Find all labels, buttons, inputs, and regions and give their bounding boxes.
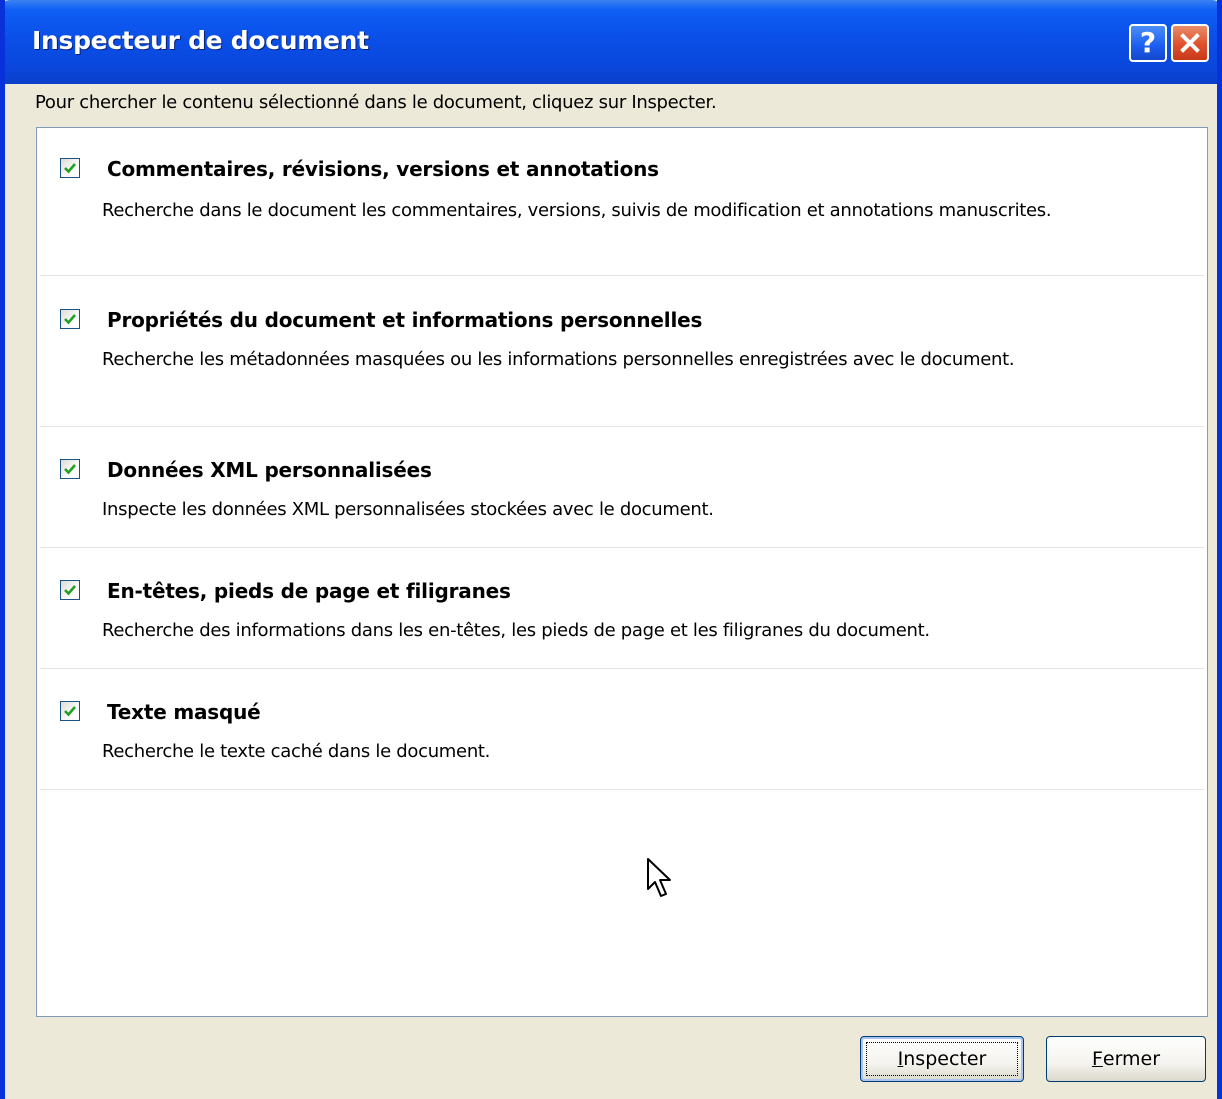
checkbox-properties[interactable]	[60, 309, 80, 329]
option-description: Recherche le texte caché dans le documen…	[102, 741, 491, 762]
option-comments: Commentaires, révisions, versions et ann…	[40, 128, 1204, 276]
option-title: Texte masqué	[107, 700, 261, 724]
help-button[interactable]: ?	[1129, 24, 1167, 62]
mouse-pointer-icon	[647, 858, 671, 897]
option-headers: En-têtes, pieds de page et filigranes Re…	[40, 549, 1204, 669]
focus-rectangle	[866, 1042, 1018, 1076]
checkmark-icon	[64, 314, 76, 325]
checkmark-icon	[64, 163, 76, 174]
inspect-button[interactable]: Inspecter	[860, 1036, 1024, 1082]
checkbox-comments[interactable]	[60, 158, 80, 178]
window-title: Inspecteur de document	[32, 26, 369, 55]
option-hidden-text: Texte masqué Recherche le texte caché da…	[40, 670, 1204, 790]
option-properties: Propriétés du document et informations p…	[40, 277, 1204, 427]
checkmark-icon	[64, 706, 76, 717]
title-bar[interactable]: Inspecteur de document ?	[5, 0, 1217, 84]
option-description: Recherche des informations dans les en-t…	[102, 620, 930, 641]
option-description: Recherche les métadonnées masquées ou le…	[102, 349, 1015, 370]
checkmark-icon	[64, 585, 76, 596]
option-title: Commentaires, révisions, versions et ann…	[107, 157, 659, 181]
inspection-options-list: Commentaires, révisions, versions et ann…	[36, 127, 1208, 1017]
help-icon: ?	[1139, 26, 1157, 59]
close-label: ermer	[1102, 1048, 1161, 1070]
close-button[interactable]	[1171, 24, 1209, 62]
option-description: Inspecte les données XML personnalisées …	[102, 499, 714, 520]
close-icon	[1180, 33, 1200, 53]
option-description: Recherche dans le document les commentai…	[102, 200, 1052, 221]
checkbox-xml[interactable]	[60, 459, 80, 479]
checkmark-icon	[64, 464, 76, 475]
instruction-text: Pour chercher le contenu sélectionné dan…	[35, 92, 717, 113]
close-dialog-button[interactable]: Fermer	[1046, 1036, 1206, 1082]
dialog-window: Inspecteur de document ? Pour chercher l…	[0, 0, 1222, 1099]
checkbox-headers[interactable]	[60, 580, 80, 600]
option-title: Propriétés du document et informations p…	[107, 308, 703, 332]
option-title: En-têtes, pieds de page et filigranes	[107, 579, 511, 603]
option-title: Données XML personnalisées	[107, 458, 432, 482]
close-mnemonic: F	[1091, 1048, 1103, 1070]
option-xml: Données XML personnalisées Inspecte les …	[40, 428, 1204, 548]
checkbox-hidden-text[interactable]	[60, 701, 80, 721]
